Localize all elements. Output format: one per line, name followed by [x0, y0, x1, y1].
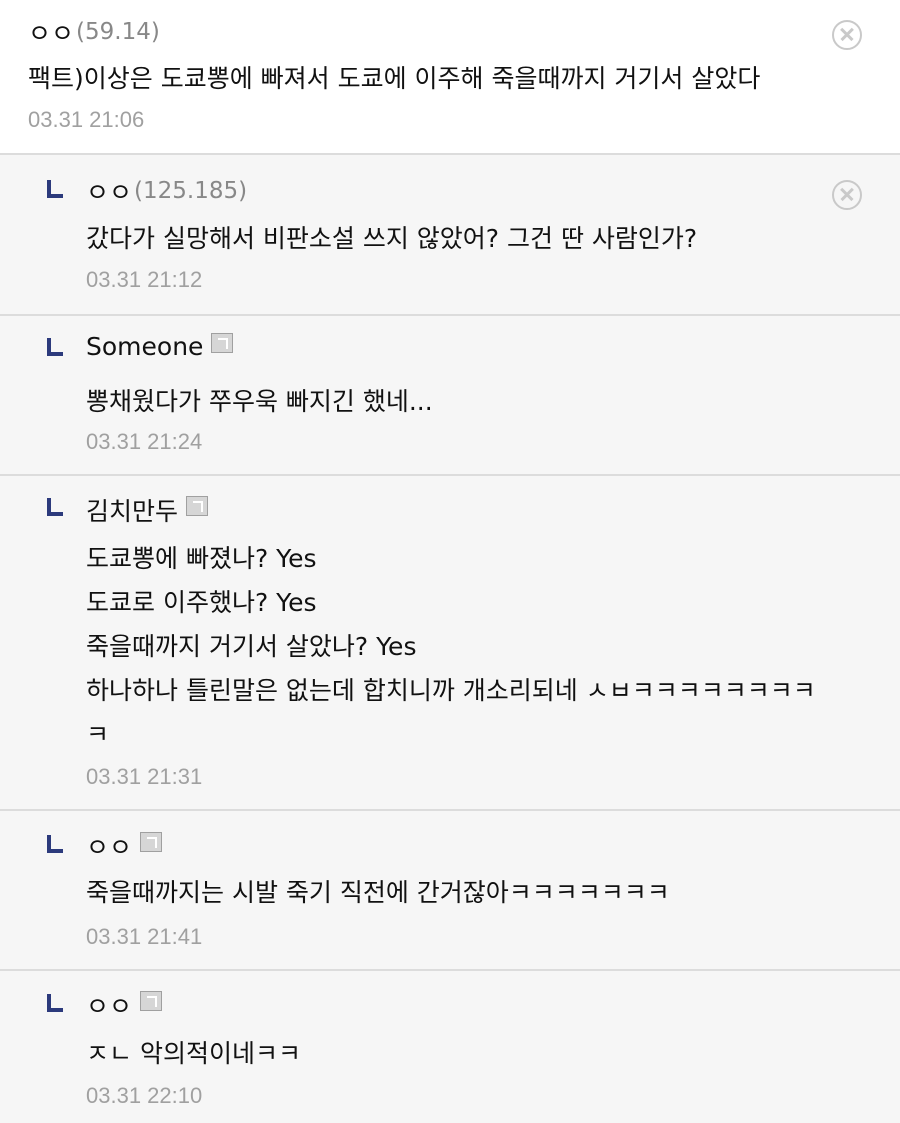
comment-date: 03.31 22:10 [86, 1083, 203, 1108]
comment-line: 뽕채웠다가 쭈우욱 빠지긴 했네... [86, 387, 433, 416]
comment-text: 도쿄뽕에 빠졌나? Yes 도쿄로 이주했나? Yes 죽을때까지 거기서 살았… [86, 537, 816, 757]
reply-arrow-icon [47, 994, 63, 1012]
gallog-icon[interactable] [186, 496, 209, 516]
ip-address: (125.185) [134, 178, 248, 204]
comment-text: 뽕채웠다가 쭈우욱 빠지긴 했네... [86, 380, 433, 424]
nickname[interactable]: 김치만두 [86, 492, 178, 528]
comment-date: 03.31 21:31 [86, 764, 203, 789]
reply-arrow-icon [47, 338, 63, 356]
comment-text: 갔다가 실망해서 비판소설 쓰지 않았어? 그건 딴 사람인가? [86, 217, 697, 261]
nickname[interactable]: ㅇㅇ [28, 14, 74, 50]
comment-line: ㅋ [86, 720, 110, 749]
comment-author[interactable]: ㅇㅇ (59.14) [28, 14, 160, 50]
comment-item: ㅇㅇ (59.14) 팩트)이상은 도쿄뽕에 빠져서 도쿄에 이주해 죽을때까지… [0, 0, 900, 155]
nickname[interactable]: Someone [86, 332, 203, 361]
reply-item: ㅇㅇ (125.185) 갔다가 실망해서 비판소설 쓰지 않았어? 그건 딴 … [0, 155, 900, 316]
ip-address: (59.14) [76, 19, 160, 45]
comment-line: 도쿄로 이주했나? Yes [86, 588, 317, 617]
comment-text: 죽을때까지는 시발 죽기 직전에 간거잖아ㅋㅋㅋㅋㅋㅋㅋ [86, 871, 670, 915]
gallog-icon[interactable] [211, 332, 234, 353]
reply-item: Someone 뽕채웠다가 쭈우욱 빠지긴 했네... 03.31 21:24 [0, 316, 900, 476]
comment-date: 03.31 21:41 [86, 924, 203, 949]
comment-line: 팩트)이상은 도쿄뽕에 빠져서 도쿄에 이주해 죽을때까지 거기서 살았다 [28, 64, 761, 93]
delete-icon[interactable] [832, 20, 862, 50]
nickname[interactable]: ㅇㅇ [86, 173, 132, 209]
gallog-icon[interactable] [140, 832, 163, 852]
comment-text: ㅈㄴ 악의적이네ㅋㅋ [86, 1032, 301, 1076]
comment-line: 도쿄뽕에 빠졌나? Yes [86, 544, 317, 573]
comment-text: 팩트)이상은 도쿄뽕에 빠져서 도쿄에 이주해 죽을때까지 거기서 살았다 [28, 57, 760, 101]
comment-author[interactable]: Someone [86, 332, 234, 361]
comment-author[interactable]: 김치만두 [86, 492, 209, 528]
comment-author[interactable]: ㅇㅇ [86, 987, 163, 1023]
comment-line: 갔다가 실망해서 비판소설 쓰지 않았어? 그건 딴 사람인가? [86, 224, 698, 253]
nickname[interactable]: ㅇㅇ [86, 828, 132, 864]
reply-item: 김치만두 도쿄뽕에 빠졌나? Yes 도쿄로 이주했나? Yes 죽을때까지 거… [0, 476, 900, 811]
comment-author[interactable]: ㅇㅇ (125.185) [86, 173, 247, 209]
reply-arrow-icon [47, 498, 63, 516]
reply-item: ㅇㅇ ㅈㄴ 악의적이네ㅋㅋ 03.31 22:10 [0, 971, 900, 1123]
delete-icon[interactable] [832, 180, 862, 210]
comment-line: 하나하나 틀린말은 없는데 합치니까 개소리되네 ㅅㅂㅋㅋㅋㅋㅋㅋㅋㅋ [86, 676, 816, 705]
comment-date: 03.31 21:06 [28, 107, 145, 132]
reply-item: ㅇㅇ 죽을때까지는 시발 죽기 직전에 간거잖아ㅋㅋㅋㅋㅋㅋㅋ 03.31 21… [0, 811, 900, 971]
nickname[interactable]: ㅇㅇ [86, 987, 132, 1023]
comment-line: ㅈㄴ 악의적이네ㅋㅋ [86, 1039, 301, 1068]
comment-date: 03.31 21:24 [86, 429, 203, 454]
comment-date: 03.31 21:12 [86, 267, 203, 292]
gallog-icon[interactable] [140, 991, 163, 1011]
comment-line: 죽을때까지 거기서 살았나? Yes [86, 632, 417, 661]
comment-author[interactable]: ㅇㅇ [86, 828, 163, 864]
reply-arrow-icon [47, 835, 63, 853]
reply-arrow-icon [47, 180, 63, 198]
comment-line: 죽을때까지는 시발 죽기 직전에 간거잖아ㅋㅋㅋㅋㅋㅋㅋ [86, 878, 670, 907]
